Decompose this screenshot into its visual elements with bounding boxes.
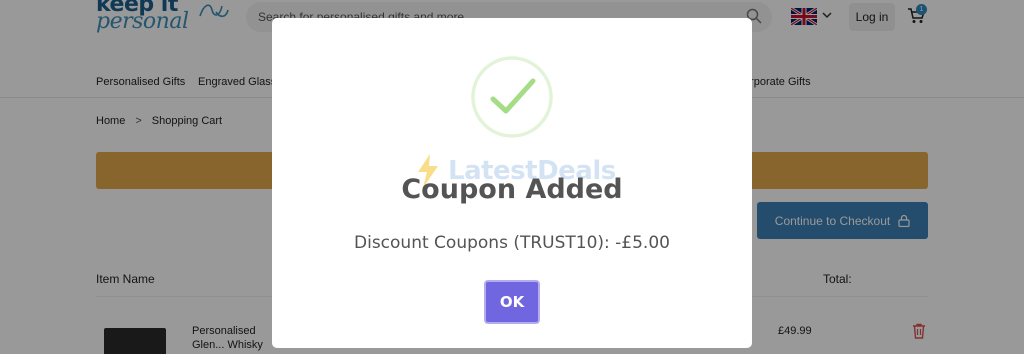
modal-title: Coupon Added <box>401 174 623 205</box>
ok-button[interactable]: OK <box>484 280 540 324</box>
coupon-modal: LatestDeals Coupon Added Discount Coupon… <box>272 18 752 348</box>
modal-message: Discount Coupons (TRUST10): -£5.00 <box>354 233 670 253</box>
success-check-icon <box>471 56 553 138</box>
